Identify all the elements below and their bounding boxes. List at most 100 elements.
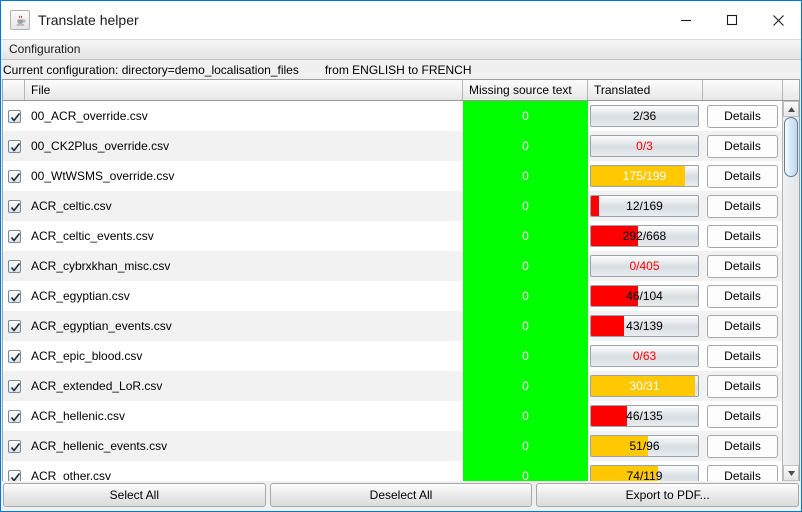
row-checkbox-cell[interactable] — [3, 191, 25, 221]
details-cell: Details — [703, 431, 782, 461]
scroll-down-arrow-icon[interactable] — [783, 465, 799, 481]
checkbox-checked-icon[interactable] — [7, 229, 21, 243]
progress-bar-label: 46/104 — [626, 289, 663, 303]
configuration-directory-text: Current configuration: directory=demo_lo… — [3, 62, 299, 77]
checkbox-checked-icon[interactable] — [7, 469, 21, 481]
translation-progress-bar: 43/139 — [590, 315, 699, 337]
minimize-button[interactable] — [663, 1, 709, 39]
translated-progress-cell: 46/104 — [588, 281, 703, 311]
progress-bar-label: 292/668 — [622, 229, 667, 243]
translation-progress-bar: 46/104 — [590, 285, 699, 307]
details-button[interactable]: Details — [707, 314, 778, 338]
table-row[interactable]: ACR_epic_blood.csv 0 0/63 Details — [3, 341, 782, 371]
scrollbar-thumb[interactable] — [784, 117, 798, 177]
column-header-file[interactable]: File — [25, 80, 463, 100]
files-table: File Missing source text Translated 00_A… — [2, 79, 800, 481]
row-checkbox-cell[interactable] — [3, 341, 25, 371]
file-name-cell: ACR_extended_LoR.csv — [31, 379, 163, 393]
menu-item-configuration[interactable]: Configuration — [1, 39, 88, 60]
translated-progress-cell: 43/139 — [588, 311, 703, 341]
table-row[interactable]: ACR_extended_LoR.csv 0 30/31 Details — [3, 371, 782, 401]
column-header-checkbox[interactable] — [3, 80, 25, 100]
row-checkbox-cell[interactable] — [3, 101, 25, 131]
table-row[interactable]: ACR_hellenic_events.csv 0 51/96 Details — [3, 431, 782, 461]
missing-source-text-cell: 0 — [463, 401, 588, 431]
row-checkbox-cell[interactable] — [3, 461, 25, 481]
translation-progress-bar: 0/3 — [590, 135, 699, 157]
select-all-button[interactable]: Select All — [3, 483, 266, 507]
row-checkbox-cell[interactable] — [3, 371, 25, 401]
column-header-missing-source-text[interactable]: Missing source text — [463, 80, 588, 100]
scroll-up-arrow-icon[interactable] — [783, 101, 799, 117]
checkbox-checked-icon[interactable] — [7, 379, 21, 393]
row-checkbox-cell[interactable] — [3, 431, 25, 461]
scrollbar-track[interactable] — [783, 117, 799, 465]
details-button[interactable]: Details — [707, 374, 778, 398]
translation-progress-bar: 12/169 — [590, 195, 699, 217]
file-name-cell: ACR_hellenic.csv — [31, 409, 126, 423]
checkbox-checked-icon[interactable] — [7, 259, 21, 273]
details-cell: Details — [703, 251, 782, 281]
table-row[interactable]: ACR_egyptian.csv 0 46/104 Details — [3, 281, 782, 311]
details-cell: Details — [703, 101, 782, 131]
translated-progress-cell: 0/3 — [588, 131, 703, 161]
details-button[interactable]: Details — [707, 464, 778, 481]
checkbox-checked-icon[interactable] — [7, 109, 21, 123]
window-title: Translate helper — [38, 12, 139, 28]
details-button[interactable]: Details — [707, 344, 778, 368]
row-checkbox-cell[interactable] — [3, 161, 25, 191]
checkbox-checked-icon[interactable] — [7, 169, 21, 183]
details-button[interactable]: Details — [707, 134, 778, 158]
row-checkbox-cell[interactable] — [3, 251, 25, 281]
checkbox-checked-icon[interactable] — [7, 409, 21, 423]
checkbox-checked-icon[interactable] — [7, 439, 21, 453]
row-checkbox-cell[interactable] — [3, 131, 25, 161]
table-row[interactable]: ACR_celtic_events.csv 0 292/668 Details — [3, 221, 782, 251]
file-name-cell: ACR_epic_blood.csv — [31, 349, 143, 363]
missing-source-text-cell: 0 — [463, 101, 588, 131]
row-checkbox-cell[interactable] — [3, 221, 25, 251]
export-to-pdf-button[interactable]: Export to PDF... — [536, 483, 800, 507]
column-header-translated[interactable]: Translated — [588, 80, 703, 100]
vertical-scrollbar[interactable] — [782, 101, 799, 481]
details-button[interactable]: Details — [707, 284, 778, 308]
column-header-details[interactable] — [703, 80, 782, 100]
table-row[interactable]: 00_ACR_override.csv 0 2/36 Details — [3, 101, 782, 131]
close-button[interactable] — [755, 1, 801, 39]
details-cell: Details — [703, 191, 782, 221]
table-row[interactable]: ACR_celtic.csv 0 12/169 Details — [3, 191, 782, 221]
table-row[interactable]: 00_CK2Plus_override.csv 0 0/3 Details — [3, 131, 782, 161]
row-checkbox-cell[interactable] — [3, 401, 25, 431]
table-row[interactable]: ACR_other.csv 0 74/119 Details — [3, 461, 782, 481]
translated-progress-cell: 2/36 — [588, 101, 703, 131]
translated-progress-cell: 0/405 — [588, 251, 703, 281]
details-button[interactable]: Details — [707, 404, 778, 428]
translation-progress-bar: 2/36 — [590, 105, 699, 127]
file-name-cell: ACR_egyptian_events.csv — [31, 319, 172, 333]
table-row[interactable]: ACR_cybrxkhan_misc.csv 0 0/405 Details — [3, 251, 782, 281]
checkbox-checked-icon[interactable] — [7, 319, 21, 333]
details-button[interactable]: Details — [707, 224, 778, 248]
table-row[interactable]: ACR_egyptian_events.csv 0 43/139 Details — [3, 311, 782, 341]
details-button[interactable]: Details — [707, 104, 778, 128]
checkbox-checked-icon[interactable] — [7, 139, 21, 153]
checkbox-checked-icon[interactable] — [7, 349, 21, 363]
checkbox-checked-icon[interactable] — [7, 199, 21, 213]
details-button[interactable]: Details — [707, 254, 778, 278]
maximize-button[interactable] — [709, 1, 755, 39]
deselect-all-button[interactable]: Deselect All — [269, 483, 533, 507]
translated-progress-cell: 46/135 — [588, 401, 703, 431]
progress-bar-label: 74/119 — [626, 469, 663, 481]
details-button[interactable]: Details — [707, 434, 778, 458]
details-button[interactable]: Details — [707, 194, 778, 218]
table-row[interactable]: ACR_hellenic.csv 0 46/135 Details — [3, 401, 782, 431]
translated-progress-cell: 175/199 — [588, 161, 703, 191]
details-button[interactable]: Details — [707, 164, 778, 188]
table-row[interactable]: 00_WtWSMS_override.csv 0 175/199 Details — [3, 161, 782, 191]
details-cell: Details — [703, 221, 782, 251]
translation-progress-bar: 51/96 — [590, 435, 699, 457]
checkbox-checked-icon[interactable] — [7, 289, 21, 303]
progress-bar-label: 175/199 — [622, 169, 667, 183]
row-checkbox-cell[interactable] — [3, 281, 25, 311]
row-checkbox-cell[interactable] — [3, 311, 25, 341]
